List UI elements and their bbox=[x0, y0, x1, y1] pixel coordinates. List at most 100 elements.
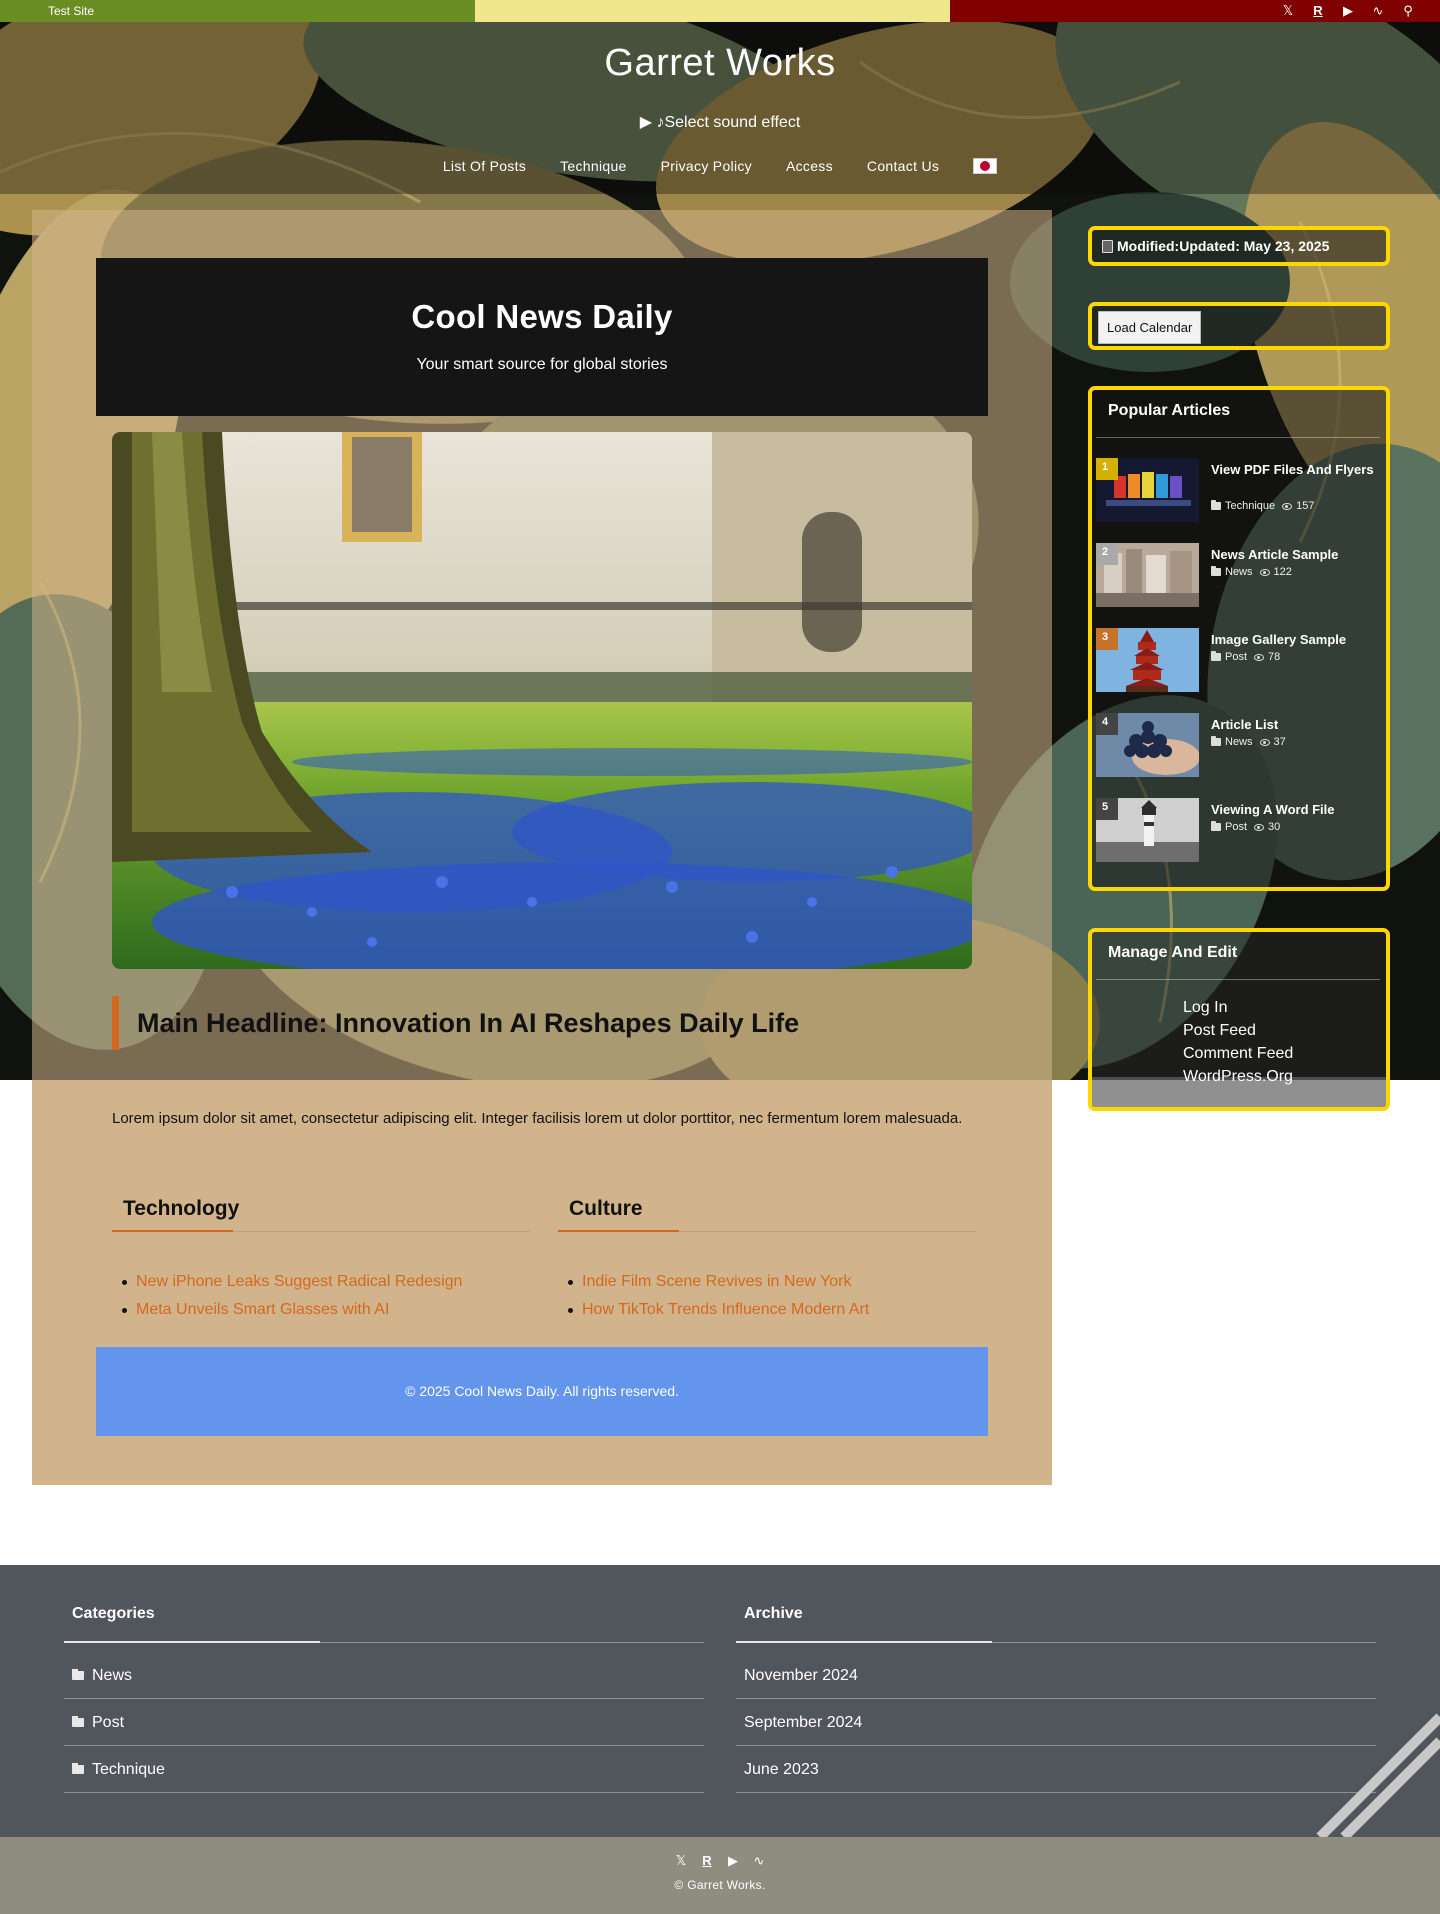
categories-title: Categories bbox=[64, 1605, 704, 1643]
nav-item-access[interactable]: Access bbox=[786, 158, 833, 174]
headline-text[interactable]: Main Headline: Innovation In AI Reshapes… bbox=[137, 996, 972, 1050]
popular-item-title[interactable]: Article List bbox=[1211, 715, 1381, 734]
popular-item-category[interactable]: News bbox=[1225, 736, 1253, 748]
popular-item[interactable]: 5 Viewing A Word File Post 30 bbox=[1096, 798, 1384, 862]
popular-item-views: 78 bbox=[1268, 651, 1281, 663]
log-in-link[interactable]: Log In bbox=[1183, 996, 1382, 1019]
popular-item[interactable]: 4 Article List News 37 bbox=[1096, 713, 1384, 777]
category-label[interactable]: Post bbox=[92, 1699, 124, 1746]
load-calendar-button[interactable]: Load Calendar bbox=[1098, 311, 1202, 344]
archive-item[interactable]: November 2024 bbox=[736, 1652, 1376, 1699]
wordpress-org-link[interactable]: WordPress.Org bbox=[1183, 1065, 1382, 1088]
main-headline: Main Headline: Innovation In AI Reshapes… bbox=[112, 996, 972, 1050]
archive-list: November 2024 September 2024 June 2023 bbox=[736, 1652, 1376, 1793]
rank-badge: 4 bbox=[1096, 713, 1118, 735]
popular-item-category[interactable]: News bbox=[1225, 566, 1253, 578]
x-icon[interactable]: 𝕏 bbox=[1280, 0, 1296, 22]
popular-item-title[interactable]: View PDF Files And Flyers bbox=[1211, 460, 1381, 479]
popular-item-title[interactable]: Viewing A Word File bbox=[1211, 800, 1381, 819]
archive-item[interactable]: September 2024 bbox=[736, 1699, 1376, 1746]
featured-image bbox=[112, 432, 972, 969]
archive-item[interactable]: June 2023 bbox=[736, 1746, 1376, 1793]
popular-item-title[interactable]: Image Gallery Sample bbox=[1211, 630, 1381, 649]
site-title[interactable]: Garret Works bbox=[0, 42, 1440, 85]
manage-links: Log In Post Feed Comment Feed WordPress.… bbox=[1096, 996, 1382, 1088]
technology-heading: Technology bbox=[112, 1190, 530, 1232]
archive-widget: Archive November 2024 September 2024 Jun… bbox=[736, 1605, 1376, 1793]
popular-item-category[interactable]: Post bbox=[1225, 821, 1247, 833]
sound-effect-selector[interactable]: ▶ ♪Select sound effect bbox=[0, 112, 1440, 132]
modified-date: Modified:Updated: May 23, 2025 bbox=[1117, 238, 1330, 254]
popular-item-views: 122 bbox=[1273, 566, 1292, 578]
categories-list: News Post Technique bbox=[64, 1652, 704, 1793]
news-title: Cool News Daily bbox=[411, 298, 673, 335]
copyright-bar: 𝕏 R ▶ ∿ © Garret Works. bbox=[0, 1837, 1440, 1914]
post-feed-link[interactable]: Post Feed bbox=[1183, 1019, 1382, 1042]
popular-item-meta: News 37 bbox=[1211, 736, 1286, 748]
archive-title: Archive bbox=[736, 1605, 1376, 1643]
news-footer: © 2025 Cool News Daily. All rights reser… bbox=[96, 1347, 988, 1436]
list-item[interactable]: Meta Unveils Smart Glasses with AI bbox=[122, 1296, 530, 1324]
category-item-technique[interactable]: Technique bbox=[64, 1746, 704, 1793]
popular-item-meta: News 122 bbox=[1211, 566, 1292, 578]
popular-item-category[interactable]: Technique bbox=[1225, 500, 1275, 512]
topbar-spacer bbox=[475, 0, 950, 22]
culture-heading: Culture bbox=[558, 1190, 976, 1232]
category-item-news[interactable]: News bbox=[64, 1652, 704, 1699]
x-icon[interactable]: 𝕏 bbox=[674, 1853, 688, 1869]
folder-icon bbox=[1211, 821, 1221, 831]
list-item[interactable]: Indie Film Scene Revives in New York bbox=[568, 1268, 976, 1296]
news-tagline: Your smart source for global stories bbox=[416, 356, 668, 373]
manage-edit-title: Manage And Edit bbox=[1096, 944, 1380, 980]
youtube-icon[interactable]: ▶ bbox=[1340, 0, 1356, 22]
popular-item-meta: Technique 157 bbox=[1211, 500, 1315, 512]
news-header: Cool News Daily Your smart source for gl… bbox=[96, 258, 988, 416]
rss-icon[interactable]: ∿ bbox=[752, 1853, 766, 1869]
popular-item-views: 37 bbox=[1273, 736, 1286, 748]
folder-icon bbox=[72, 1668, 84, 1680]
calendar-widget: Load Calendar bbox=[1088, 302, 1390, 350]
popular-item-views: 157 bbox=[1296, 500, 1315, 512]
r-icon[interactable]: R bbox=[700, 1853, 714, 1869]
list-item[interactable]: How TikTok Trends Influence Modern Art bbox=[568, 1296, 976, 1324]
popular-articles-widget: Popular Articles 1 View PDF Files And Fl… bbox=[1088, 386, 1390, 891]
categories-widget: Categories News Post Technique bbox=[64, 1605, 704, 1793]
nav-item-contact-us[interactable]: Contact Us bbox=[867, 158, 939, 174]
youtube-icon[interactable]: ▶ bbox=[726, 1853, 740, 1869]
search-icon[interactable]: ⚲ bbox=[1400, 0, 1416, 22]
category-label[interactable]: Technique bbox=[92, 1746, 165, 1793]
nav-item-list-of-posts[interactable]: List Of Posts bbox=[443, 158, 526, 174]
folder-icon bbox=[1211, 566, 1221, 576]
popular-item-title[interactable]: News Article Sample bbox=[1211, 545, 1381, 564]
footer-social-icons: 𝕏 R ▶ ∿ bbox=[0, 1853, 1440, 1869]
top-bar: Test Site 𝕏 R ▶ ∿ ⚲ bbox=[0, 0, 1440, 22]
popular-item-meta: Post 78 bbox=[1211, 651, 1280, 663]
technology-column: Technology New iPhone Leaks Suggest Radi… bbox=[112, 1190, 530, 1324]
nav-item-technique[interactable]: Technique bbox=[560, 158, 627, 174]
rank-badge: 2 bbox=[1096, 543, 1118, 565]
category-item-post[interactable]: Post bbox=[64, 1699, 704, 1746]
views-icon bbox=[1282, 502, 1293, 510]
folder-icon bbox=[1211, 736, 1221, 746]
rss-icon[interactable]: ∿ bbox=[1370, 0, 1386, 22]
page-corner-decoration bbox=[1316, 1713, 1440, 1837]
culture-list: Indie Film Scene Revives in New York How… bbox=[558, 1268, 976, 1324]
site-label[interactable]: Test Site bbox=[0, 0, 475, 22]
rank-badge: 5 bbox=[1096, 798, 1118, 820]
list-item[interactable]: New iPhone Leaks Suggest Radical Redesig… bbox=[122, 1268, 530, 1296]
popular-item-category[interactable]: Post bbox=[1225, 651, 1247, 663]
topbar-icons: 𝕏 R ▶ ∿ ⚲ bbox=[950, 0, 1440, 22]
culture-column: Culture Indie Film Scene Revives in New … bbox=[558, 1190, 976, 1324]
r-icon[interactable]: R bbox=[1310, 0, 1326, 22]
popular-item[interactable]: 3 Image Gallery Sample Post 78 bbox=[1096, 628, 1384, 692]
popular-item[interactable]: 2 News Article Sample News 122 bbox=[1096, 543, 1384, 607]
folder-icon bbox=[1211, 500, 1221, 510]
popular-articles-title: Popular Articles bbox=[1096, 402, 1380, 438]
category-label[interactable]: News bbox=[92, 1652, 132, 1699]
nav-item-privacy-policy[interactable]: Privacy Policy bbox=[661, 158, 752, 174]
popular-item[interactable]: 1 View PDF Files And Flyers Technique 15… bbox=[1096, 458, 1384, 522]
comment-feed-link[interactable]: Comment Feed bbox=[1183, 1042, 1382, 1065]
calendar-icon bbox=[1102, 239, 1113, 253]
popular-item-meta: Post 30 bbox=[1211, 821, 1280, 833]
japan-flag-icon[interactable] bbox=[973, 158, 998, 174]
